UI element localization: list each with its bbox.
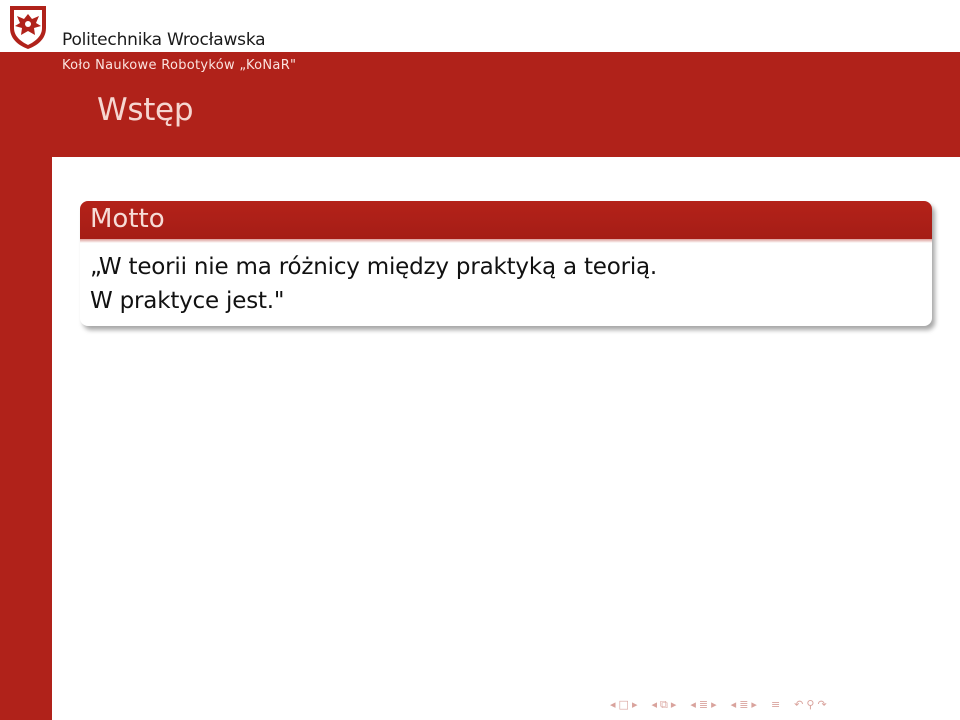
subsection-next-icon[interactable]: ▸ bbox=[711, 697, 717, 713]
navigation-bar: ◂ □ ▸ ◂ ⧉ ▸ ◂ ≣ ▸ ◂ ≣ ▸ ≡ ↶ ⚲ ↷ bbox=[610, 697, 827, 713]
subsection-prev-icon[interactable]: ◂ bbox=[690, 697, 696, 713]
frame-icon[interactable]: ⧉ bbox=[660, 697, 668, 713]
section-nav: ◂ ≣ ▸ bbox=[731, 697, 757, 713]
forward-icon[interactable]: ↷ bbox=[817, 697, 826, 713]
slide-prev-icon[interactable]: ◂ bbox=[610, 697, 616, 713]
slide-next-icon[interactable]: ▸ bbox=[632, 697, 638, 713]
search-icon[interactable]: ⚲ bbox=[806, 697, 814, 713]
motto-block-header: Motto bbox=[80, 201, 932, 243]
section-next-icon[interactable]: ▸ bbox=[751, 697, 757, 713]
section-icon[interactable]: ≣ bbox=[739, 697, 748, 713]
frame-title: Wstęp bbox=[97, 92, 194, 128]
slide-nav: ◂ □ ▸ bbox=[610, 697, 637, 713]
document-icon[interactable]: ≡ bbox=[771, 697, 780, 713]
motto-block: Motto „W teorii nie ma różnicy między pr… bbox=[80, 201, 932, 326]
frame-prev-icon[interactable]: ◂ bbox=[651, 697, 657, 713]
top-header: Politechnika Wrocławska bbox=[0, 0, 960, 52]
motto-line-1: „W teorii nie ma różnicy między praktyką… bbox=[90, 254, 658, 280]
university-name: Politechnika Wrocławska bbox=[62, 30, 266, 50]
frame-nav: ◂ ⧉ ▸ bbox=[651, 697, 676, 713]
history-nav: ↶ ⚲ ↷ bbox=[794, 697, 827, 713]
frame-next-icon[interactable]: ▸ bbox=[671, 697, 677, 713]
section-prev-icon[interactable]: ◂ bbox=[731, 697, 737, 713]
club-subtitle: Koło Naukowe Robotyków „KoNaR" bbox=[62, 58, 297, 73]
subsection-nav: ◂ ≣ ▸ bbox=[690, 697, 716, 713]
subsection-icon[interactable]: ≣ bbox=[699, 697, 708, 713]
university-logo-icon bbox=[10, 6, 46, 49]
slide-icon[interactable]: □ bbox=[619, 697, 629, 713]
document-nav: ≡ bbox=[771, 697, 780, 713]
motto-block-title: Motto bbox=[90, 204, 165, 234]
motto-block-body: „W teorii nie ma różnicy między praktyką… bbox=[80, 239, 932, 318]
motto-line-2: W praktyce jest." bbox=[90, 288, 285, 314]
back-icon[interactable]: ↶ bbox=[794, 697, 803, 713]
left-sidebar bbox=[0, 157, 52, 720]
